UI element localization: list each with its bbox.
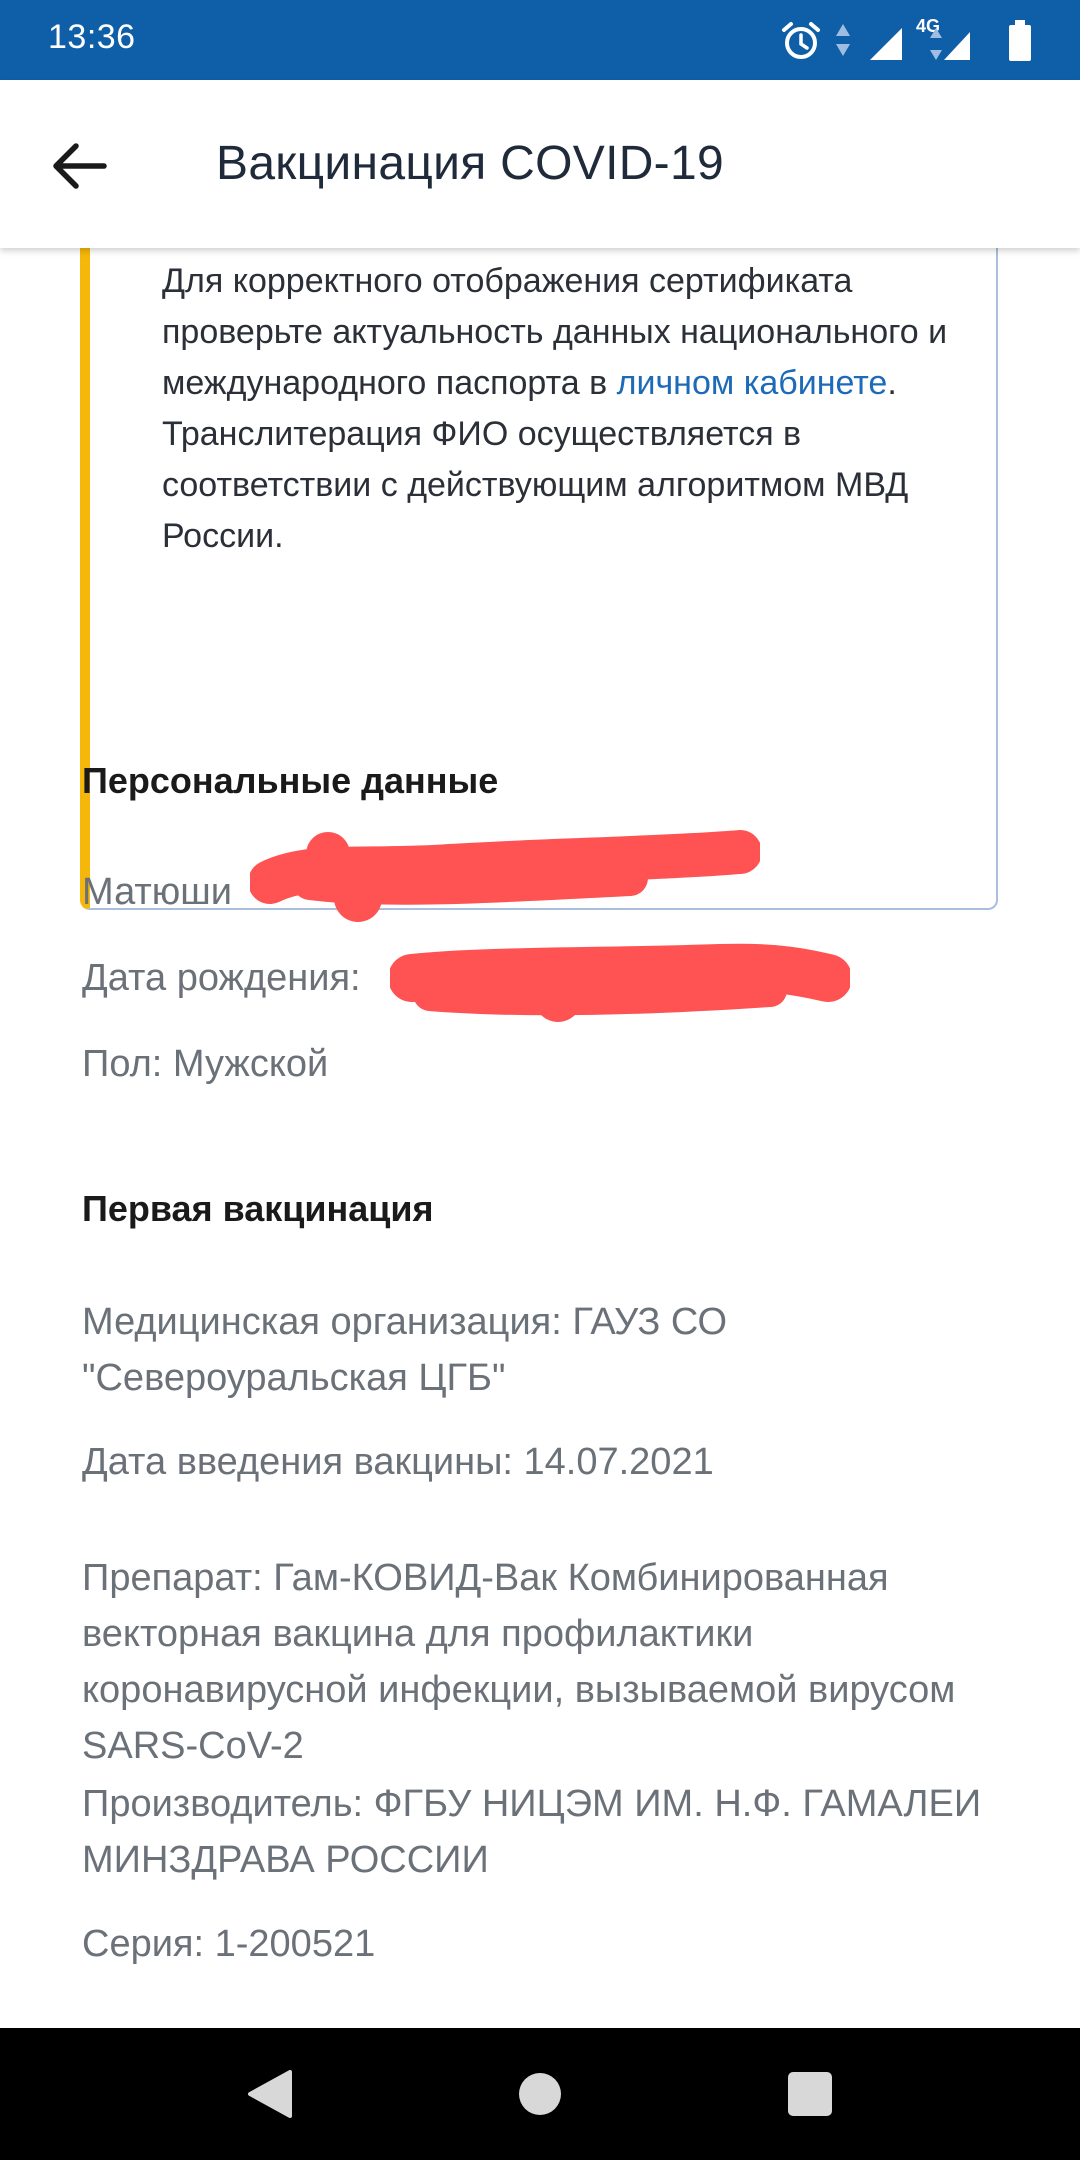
battery-icon	[1009, 20, 1031, 61]
recents-square-icon	[788, 2072, 832, 2116]
vaccine-drug-field: Препарат: Гам-КОВИД-Вак Комбинированная …	[82, 1557, 956, 1767]
notice-text: Для корректного отображения сертификата …	[162, 256, 962, 562]
status-time: 13:36	[48, 18, 136, 56]
back-triangle-icon	[248, 2070, 292, 2118]
notice-text-period: .	[887, 364, 897, 402]
nav-back-button[interactable]	[240, 2064, 300, 2124]
home-circle-icon	[519, 2073, 561, 2115]
app-bar: Вакцинация COVID-19	[0, 80, 1080, 248]
first-vaccination-title: Первая вакцинация	[82, 1188, 434, 1229]
info-notice: Для корректного отображения сертификата …	[80, 248, 998, 910]
page-title: Вакцинация COVID-19	[216, 137, 724, 190]
vaccination-date-field: Дата введения вакцины: 14.07.2021	[82, 1441, 714, 1483]
system-nav-bar	[0, 2028, 1080, 2160]
series-field: Серия: 1-200521	[82, 1923, 376, 1965]
arrow-left-icon	[53, 143, 107, 189]
full-name-visible: Матюши	[82, 871, 232, 913]
medical-organization-field: Медицинская организация: ГАУЗ СО "Северо…	[82, 1301, 728, 1399]
nav-recents-button[interactable]	[780, 2064, 840, 2124]
birth-date-label: Дата рождения:	[82, 957, 361, 999]
name-redaction-scribble	[250, 830, 760, 922]
personal-data-title: Персональные данные	[82, 760, 499, 801]
alarm-icon	[782, 22, 820, 59]
nav-home-button[interactable]	[510, 2064, 570, 2124]
manufacturer-field: Производитель: ФГБУ НИЦЭМ ИМ. Н.Ф. ГАМАЛ…	[82, 1783, 982, 1881]
personal-account-link[interactable]: личном кабинете	[617, 364, 888, 402]
signal-icon-2	[930, 28, 970, 60]
main-content[interactable]: Для корректного отображения сертификата …	[0, 248, 1080, 2028]
data-arrows-icon	[836, 24, 850, 56]
status-bar: 13:36 4G	[0, 0, 1080, 80]
signal-icon	[870, 28, 902, 60]
birth-date-redaction-scribble	[390, 943, 850, 1022]
gender-field: Пол: Мужской	[82, 1043, 329, 1085]
notice-transliteration-text: Транслитерация ФИО осуществляется в соот…	[162, 415, 909, 555]
back-button[interactable]	[48, 134, 112, 198]
status-icons: 4G	[780, 16, 1040, 66]
